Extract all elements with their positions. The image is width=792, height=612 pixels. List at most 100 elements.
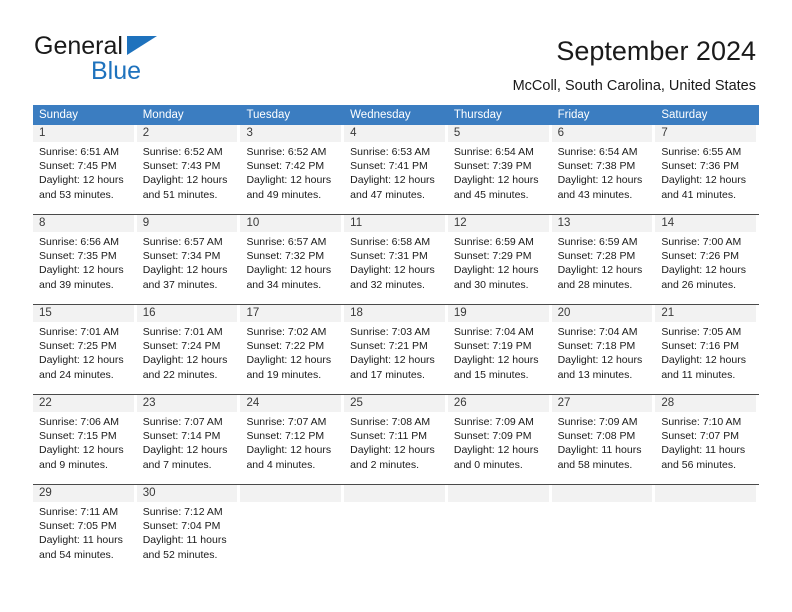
weekday-header-row: Sunday Monday Tuesday Wednesday Thursday Frid… — [33, 105, 759, 125]
sunset-time: Sunset: 7:43 PM — [142, 160, 221, 173]
day-sun-info: Sunrise: 7:05 AM Sunset: 7:16 PM Daylight:… — [655, 322, 756, 382]
weekday-header-thursday: Thursday — [453, 109, 502, 121]
calendar-day-cell[interactable]: 24 Sunrise: 7:07 AM Sunset: 7:12 PM Dayligh… — [240, 395, 344, 484]
sunrise-time: Sunrise: 6:53 AM — [350, 146, 431, 158]
calendar-day-cell[interactable]: 6 Sunrise: 6:54 AM Sunset: 7:38 PM Daylight… — [551, 125, 656, 214]
sunset-time: Sunset: 7:35 PM — [39, 250, 117, 263]
calendar-day-cell[interactable]: 27 Sunrise: 7:09 AM Sunset: 7:08 PM Dayligh… — [551, 395, 656, 484]
calendar-day-cell-empty — [240, 485, 344, 574]
sunset-time: Sunset: 7:11 PM — [350, 430, 428, 443]
calendar-day-cell[interactable]: 26 Sunrise: 7:09 AM Sunset: 7:09 PM Dayligh… — [447, 395, 552, 484]
calendar-day-cell[interactable]: 15 Sunrise: 7:01 AM Sunset: 7:25 PM Dayligh… — [33, 305, 137, 394]
day-number: 23 — [136, 395, 238, 412]
daylight-duration: Daylight: 12 hours and 43 minutes. — [557, 174, 643, 201]
day-sun-info: Sunrise: 6:55 AM Sunset: 7:36 PM Daylight:… — [655, 142, 756, 202]
sunset-time: Sunset: 7:14 PM — [142, 430, 221, 443]
daylight-duration: Daylight: 12 hours and 28 minutes. — [557, 264, 643, 291]
sunrise-time: Sunrise: 7:01 AM — [142, 326, 223, 338]
day-sun-info: Sunrise: 6:54 AM Sunset: 7:39 PM Daylight:… — [448, 142, 549, 202]
sunrise-time: Sunrise: 7:05 AM — [661, 326, 742, 338]
sunset-time: Sunset: 7:26 PM — [661, 250, 739, 263]
sunset-time: Sunset: 7:42 PM — [246, 160, 325, 173]
calendar-day-cell[interactable]: 1 Sunrise: 6:51 AM Sunset: 7:45 PM Daylight… — [33, 125, 137, 214]
day-number: 21 — [655, 305, 757, 322]
calendar-day-cell[interactable]: 23 Sunrise: 7:07 AM Sunset: 7:14 PM Dayligh… — [136, 395, 241, 484]
calendar-day-cell[interactable]: 10 Sunrise: 6:57 AM Sunset: 7:32 PM Dayligh… — [240, 215, 344, 304]
calendar-day-cell-empty — [551, 485, 656, 574]
calendar-day-cell[interactable]: 20 Sunrise: 7:04 AM Sunset: 7:18 PM Dayligh… — [551, 305, 656, 394]
logo-text-general: General — [34, 32, 123, 60]
day-sun-info: Sunrise: 7:01 AM Sunset: 7:24 PM Daylight:… — [137, 322, 238, 382]
calendar-day-cell[interactable]: 22 Sunrise: 7:06 AM Sunset: 7:15 PM Dayligh… — [33, 395, 137, 484]
sunset-time: Sunset: 7:07 PM — [661, 430, 739, 443]
day-number: 1 — [33, 125, 134, 142]
sunset-time: Sunset: 7:28 PM — [557, 250, 636, 263]
sunset-time: Sunset: 7:41 PM — [350, 160, 428, 173]
day-sun-info: Sunrise: 7:07 AM Sunset: 7:14 PM Daylight:… — [137, 412, 238, 472]
calendar-day-cell[interactable]: 29 Sunrise: 7:11 AM Sunset: 7:05 PM Dayligh… — [33, 485, 137, 574]
weekday-header-sunday: Sunday — [39, 109, 79, 121]
calendar-day-cell[interactable]: 13 Sunrise: 6:59 AM Sunset: 7:28 PM Dayligh… — [551, 215, 656, 304]
sunrise-time: Sunrise: 7:07 AM — [142, 416, 223, 428]
day-number — [551, 485, 653, 502]
calendar-day-cell[interactable]: 21 Sunrise: 7:05 AM Sunset: 7:16 PM Dayligh… — [655, 305, 759, 394]
calendar-day-cell[interactable]: 17 Sunrise: 7:02 AM Sunset: 7:22 PM Dayligh… — [240, 305, 344, 394]
sunset-time: Sunset: 7:21 PM — [350, 340, 428, 353]
calendar-day-cell[interactable]: 2 Sunrise: 6:52 AM Sunset: 7:43 PM Daylight… — [136, 125, 241, 214]
calendar-day-cell-empty — [655, 485, 759, 574]
calendar-day-cell[interactable]: 12 Sunrise: 6:59 AM Sunset: 7:29 PM Dayligh… — [447, 215, 552, 304]
sunrise-time: Sunrise: 7:03 AM — [350, 326, 431, 338]
day-sun-info: Sunrise: 7:09 AM Sunset: 7:09 PM Daylight:… — [448, 412, 549, 472]
logo-top-row: General — [34, 34, 254, 60]
day-sun-info: Sunrise: 7:00 AM Sunset: 7:26 PM Daylight:… — [655, 232, 756, 292]
calendar-day-cell[interactable]: 8 Sunrise: 6:56 AM Sunset: 7:35 PM Daylight… — [33, 215, 137, 304]
day-number: 29 — [33, 485, 134, 502]
weekday-header-monday: Monday — [142, 109, 184, 121]
sunset-time: Sunset: 7:18 PM — [557, 340, 636, 353]
sunrise-time: Sunrise: 7:01 AM — [39, 326, 119, 338]
sunrise-time: Sunrise: 6:54 AM — [557, 146, 638, 158]
sunset-time: Sunset: 7:29 PM — [453, 250, 532, 263]
day-sun-info: Sunrise: 6:52 AM Sunset: 7:42 PM Daylight:… — [240, 142, 341, 202]
day-number: 2 — [136, 125, 238, 142]
general-blue-logo[interactable]: General Blue — [34, 34, 254, 86]
page-subtitle-location: McColl, South Carolina, United States — [512, 78, 756, 94]
weekday-header-tuesday: Tuesday — [246, 109, 291, 121]
sunset-time: Sunset: 7:24 PM — [142, 340, 221, 353]
calendar-day-cell[interactable]: 9 Sunrise: 6:57 AM Sunset: 7:34 PM Daylight… — [136, 215, 241, 304]
calendar-day-cell[interactable]: 11 Sunrise: 6:58 AM Sunset: 7:31 PM Dayligh… — [344, 215, 448, 304]
sunrise-time: Sunrise: 6:59 AM — [557, 236, 638, 248]
sunrise-time: Sunrise: 6:55 AM — [661, 146, 742, 158]
calendar-day-cell[interactable]: 4 Sunrise: 6:53 AM Sunset: 7:41 PM Daylight… — [344, 125, 448, 214]
daylight-duration: Daylight: 12 hours and 19 minutes. — [246, 354, 332, 381]
calendar-day-cell-empty — [344, 485, 448, 574]
day-number: 4 — [344, 125, 445, 142]
sunrise-time: Sunrise: 6:51 AM — [39, 146, 119, 158]
sunset-time: Sunset: 7:09 PM — [453, 430, 532, 443]
calendar-day-cell[interactable]: 28 Sunrise: 7:10 AM Sunset: 7:07 PM Dayligh… — [655, 395, 759, 484]
calendar-day-cell[interactable]: 19 Sunrise: 7:04 AM Sunset: 7:19 PM Dayligh… — [447, 305, 552, 394]
sunrise-time: Sunrise: 6:57 AM — [246, 236, 327, 248]
calendar-day-cell[interactable]: 30 Sunrise: 7:12 AM Sunset: 7:04 PM Dayligh… — [136, 485, 241, 574]
calendar-day-cell[interactable]: 5 Sunrise: 6:54 AM Sunset: 7:39 PM Daylight… — [447, 125, 552, 214]
calendar-day-cell[interactable]: 14 Sunrise: 7:00 AM Sunset: 7:26 PM Dayligh… — [655, 215, 759, 304]
sunrise-time: Sunrise: 7:06 AM — [39, 416, 119, 428]
calendar-day-cell[interactable]: 25 Sunrise: 7:08 AM Sunset: 7:11 PM Dayligh… — [344, 395, 448, 484]
sunset-time: Sunset: 7:45 PM — [39, 160, 117, 173]
day-number: 12 — [447, 215, 549, 232]
calendar-day-cell[interactable]: 18 Sunrise: 7:03 AM Sunset: 7:21 PM Dayligh… — [344, 305, 448, 394]
daylight-duration: Daylight: 12 hours and 15 minutes. — [453, 354, 539, 381]
day-sun-info: Sunrise: 6:58 AM Sunset: 7:31 PM Daylight:… — [344, 232, 445, 292]
daylight-duration: Daylight: 12 hours and 26 minutes. — [661, 264, 746, 291]
day-number: 11 — [344, 215, 445, 232]
daylight-duration: Daylight: 11 hours and 54 minutes. — [39, 534, 123, 561]
calendar-day-cell[interactable]: 3 Sunrise: 6:52 AM Sunset: 7:42 PM Daylight… — [240, 125, 344, 214]
day-sun-info: Sunrise: 6:54 AM Sunset: 7:38 PM Daylight:… — [552, 142, 653, 202]
sunrise-time: Sunrise: 6:52 AM — [142, 146, 223, 158]
sunrise-time: Sunrise: 7:09 AM — [557, 416, 638, 428]
day-number: 25 — [344, 395, 445, 412]
daylight-duration: Daylight: 12 hours and 47 minutes. — [350, 174, 435, 201]
calendar-day-cell[interactable]: 16 Sunrise: 7:01 AM Sunset: 7:24 PM Dayligh… — [136, 305, 241, 394]
day-number: 6 — [551, 125, 653, 142]
calendar-day-cell[interactable]: 7 Sunrise: 6:55 AM Sunset: 7:36 PM Daylight… — [655, 125, 759, 214]
